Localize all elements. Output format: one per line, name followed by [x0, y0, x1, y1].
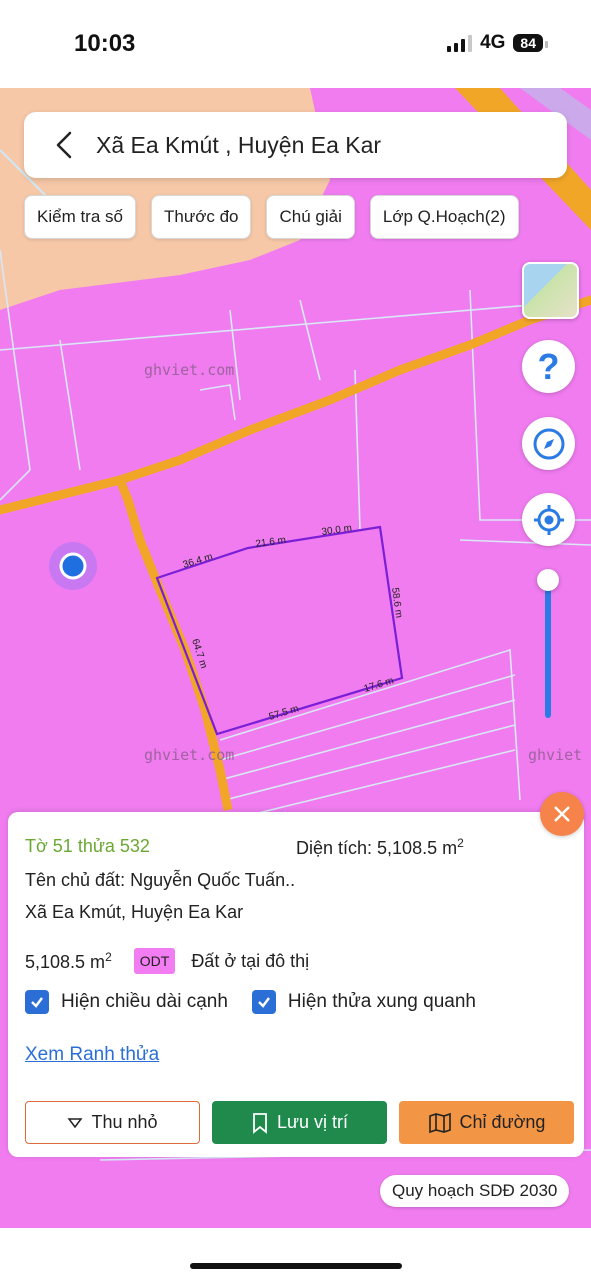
bottom-safe-area	[0, 1228, 591, 1281]
map-icon	[428, 1112, 451, 1133]
planning-layer-chip[interactable]: Lớp Q.Hoạch(2)	[369, 195, 519, 239]
bookmark-icon	[253, 1112, 267, 1134]
battery-icon: 84	[513, 34, 548, 52]
toolbar-chips: Kiểm tra số Thước đo Chú giải Lớp Q.Hoạc…	[24, 195, 519, 239]
close-panel-button[interactable]	[540, 792, 584, 836]
watermark: ghviet	[528, 746, 583, 764]
land-type: Đất ở tại đô thị	[191, 950, 310, 971]
home-indicator	[190, 1263, 402, 1269]
edge-label: 21.6 m	[255, 535, 287, 550]
edge-label: 17.6 m	[363, 675, 395, 694]
triangle-down-icon	[67, 1117, 83, 1128]
land-code-badge: ODT	[133, 948, 176, 974]
network-type: 4G	[480, 32, 506, 53]
main-road	[0, 295, 591, 515]
location-header: Xã Ea Kmút , Huyện Ea Kar	[24, 112, 567, 178]
owner-name: Tên chủ đất: Nguyễn Quốc Tuấn..	[25, 870, 296, 890]
ruler-chip[interactable]: Thước đo	[150, 195, 252, 239]
watermark: ghviet.com	[144, 361, 235, 379]
compass-button[interactable]	[522, 417, 575, 470]
current-location-dot	[59, 552, 87, 580]
directions-button[interactable]: Chỉ đường	[399, 1101, 574, 1144]
signal-icon	[447, 34, 473, 52]
opacity-slider-track[interactable]	[545, 582, 551, 718]
minimize-button[interactable]: Thu nhỏ	[25, 1101, 200, 1144]
opacity-slider-handle[interactable]	[537, 569, 559, 591]
save-location-button[interactable]: Lưu vị trí	[212, 1101, 387, 1144]
checkbox-row: Hiện chiều dài cạnh Hiện thửa xung quanh	[25, 990, 476, 1014]
status-time: 10:03	[74, 30, 136, 57]
view-boundary-link[interactable]: Xem Ranh thửa	[25, 1044, 159, 1066]
check-number-chip[interactable]: Kiểm tra số	[24, 195, 136, 239]
show-neighbors-label: Hiện thửa xung quanh	[287, 991, 476, 1012]
status-bar: 10:03 4G 84	[0, 0, 591, 88]
edge-label: 58.6 m	[389, 587, 404, 619]
check-icon	[31, 997, 43, 1008]
parcel-id: Tờ 51 thửa 532	[25, 836, 150, 856]
check-icon	[258, 997, 270, 1008]
close-icon	[554, 806, 570, 822]
edge-label: 30.0 m	[321, 523, 353, 538]
question-icon: ?	[537, 345, 560, 387]
legend-chip[interactable]: Chú giải	[266, 195, 355, 239]
watermark: ghviet.com	[144, 746, 235, 764]
map-layer-toggle[interactable]	[522, 262, 579, 319]
action-buttons: Thu nhỏ Lưu vị trí Chỉ đường	[25, 1101, 574, 1144]
status-indicators: 4G 84	[447, 32, 548, 54]
show-edges-label: Hiện chiều dài cạnh	[61, 991, 228, 1012]
land-area-value: 5,108.5 m2	[25, 949, 112, 972]
land-use-row: 5,108.5 m2 ODT Đất ở tại đô thị	[25, 948, 309, 974]
show-edges-checkbox[interactable]	[25, 990, 49, 1014]
location-title: Xã Ea Kmút , Huyện Ea Kar	[96, 131, 382, 158]
back-icon[interactable]	[40, 112, 88, 178]
my-location-button[interactable]	[522, 493, 575, 546]
crosshair-icon	[533, 504, 564, 535]
compass-icon	[533, 428, 564, 459]
parcel-address: Xã Ea Kmút, Huyện Ea Kar	[25, 902, 244, 922]
planning-layer-label[interactable]: Quy hoạch SDĐ 2030	[380, 1175, 570, 1207]
parcel-info-panel: Tờ 51 thửa 532 Diện tích: 5,108.5 m2 Tên…	[8, 812, 584, 1157]
parcel-area: Diện tích: 5,108.5 m2	[296, 836, 464, 858]
show-neighbors-checkbox[interactable]	[251, 990, 276, 1014]
edge-label: 36.4 m	[182, 551, 214, 570]
help-button[interactable]: ?	[522, 340, 575, 393]
